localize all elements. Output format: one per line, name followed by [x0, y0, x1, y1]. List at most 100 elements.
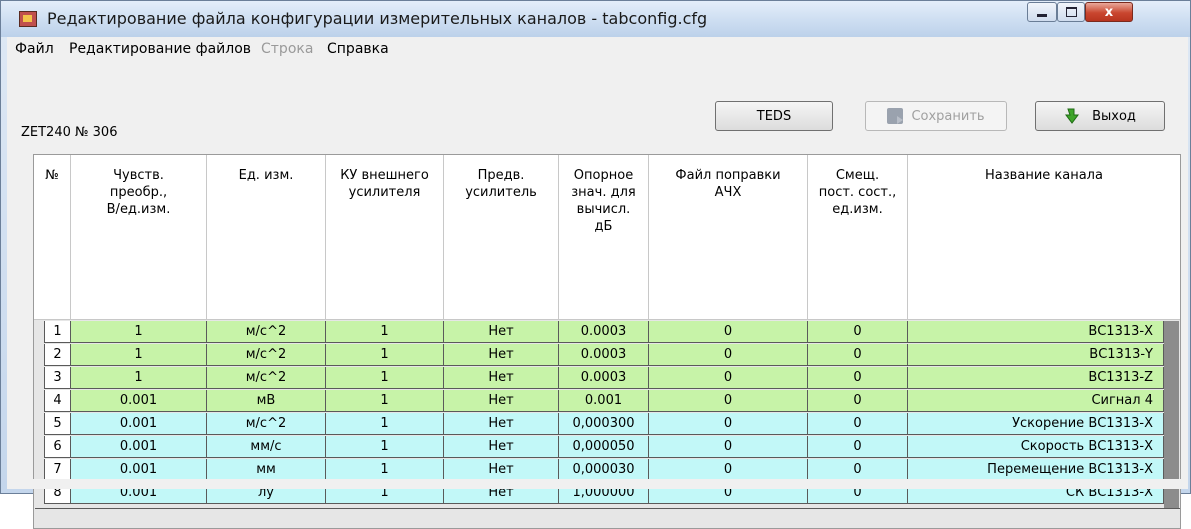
cell-afc-file[interactable]: 0	[649, 367, 808, 389]
cell-sensitivity[interactable]: 0.001	[71, 413, 207, 435]
cell-preamp[interactable]: Нет	[444, 436, 559, 458]
cell-channel-name[interactable]: Сигнал 4	[908, 390, 1164, 412]
col-header-unit[interactable]: Ед. изм.	[207, 155, 326, 320]
maximize-button[interactable]	[1057, 2, 1085, 22]
cell-dc-offset[interactable]: 0	[808, 436, 908, 458]
col-header-ext-amp-gain[interactable]: КУ внешнего усилителя	[326, 155, 444, 320]
cell-channel-name[interactable]: ВС1313-Z	[908, 367, 1164, 389]
table-row[interactable]: 2 1 м/с^2 1 Нет 0.0003 0 0 ВС1313-Y	[44, 344, 1164, 366]
cell-channel-name[interactable]: Ускорение ВС1313-X	[908, 413, 1164, 435]
cell-reference[interactable]: 0.0003	[559, 321, 649, 343]
cell-reference[interactable]: 0,000050	[559, 436, 649, 458]
table-row[interactable]: 7 0.001 мм 1 Нет 0,000030 0 0 Перемещение ВС1313…	[44, 459, 1164, 481]
cell-unit[interactable]: м/с^2	[207, 367, 326, 389]
cell-ext-amp-gain[interactable]: 1	[326, 344, 444, 366]
cell-preamp[interactable]: Нет	[444, 367, 559, 389]
col-header-reference[interactable]: Опорное знач. для вычисл. дБ	[559, 155, 649, 320]
cell-number[interactable]: 5	[44, 413, 71, 435]
cell-sensitivity[interactable]: 0.001	[71, 459, 207, 481]
cell-preamp[interactable]: Нет	[444, 321, 559, 343]
menu-row[interactable]: Строка	[261, 41, 313, 57]
minimize-button[interactable]	[1027, 2, 1057, 22]
cell-afc-file[interactable]: 0	[649, 413, 808, 435]
menu-file[interactable]: Файл	[15, 41, 54, 57]
device-label: ZET240 № 306	[21, 125, 118, 140]
teds-button[interactable]: TEDS	[715, 101, 833, 131]
exit-button[interactable]: Выход	[1035, 101, 1165, 131]
cell-unit[interactable]: мм/с	[207, 436, 326, 458]
cell-afc-file[interactable]: 0	[649, 344, 808, 366]
cell-number[interactable]: 7	[44, 459, 71, 481]
cell-unit[interactable]: м/с^2	[207, 344, 326, 366]
cell-sensitivity[interactable]: 1	[71, 367, 207, 389]
cell-sensitivity[interactable]: 1	[71, 344, 207, 366]
cell-ext-amp-gain[interactable]: 1	[326, 413, 444, 435]
exit-arrow-icon	[1065, 108, 1080, 124]
client-area: ZET240 № 306 TEDS Сохранить Выход № Чувс…	[7, 61, 1188, 529]
save-button[interactable]: Сохранить	[865, 101, 1007, 131]
col-header-preamp[interactable]: Предв. усилитель	[444, 155, 559, 320]
cell-preamp[interactable]: Нет	[444, 390, 559, 412]
cell-dc-offset[interactable]: 0	[808, 390, 908, 412]
col-header-dc-offset[interactable]: Смещ. пост. сост., ед.изм.	[808, 155, 908, 320]
table-row[interactable]: 6 0.001 мм/с 1 Нет 0,000050 0 0 Скорость ВС1313-…	[44, 436, 1164, 458]
cell-sensitivity[interactable]: 0.001	[71, 436, 207, 458]
cell-unit[interactable]: мм	[207, 459, 326, 481]
cell-number[interactable]: 6	[44, 436, 71, 458]
cell-sensitivity[interactable]: 0.001	[71, 390, 207, 412]
cell-reference[interactable]: 0,000300	[559, 413, 649, 435]
cell-channel-name[interactable]: ВС1313-Y	[908, 344, 1164, 366]
table-row[interactable]: 1 1 м/с^2 1 Нет 0.0003 0 0 ВС1313-X	[44, 321, 1164, 343]
exit-button-label: Выход	[1092, 108, 1136, 124]
table-row[interactable]: 3 1 м/с^2 1 Нет 0.0003 0 0 ВС1313-Z	[44, 367, 1164, 389]
cell-dc-offset[interactable]: 0	[808, 367, 908, 389]
title-bar[interactable]: Редактирование файла конфигурации измери…	[1, 1, 1190, 37]
cell-channel-name[interactable]: ВС1313-X	[908, 321, 1164, 343]
cell-unit[interactable]: мВ	[207, 390, 326, 412]
close-button[interactable]: x	[1085, 2, 1133, 22]
cell-reference[interactable]: 0.0003	[559, 367, 649, 389]
cell-ext-amp-gain[interactable]: 1	[326, 367, 444, 389]
menu-help[interactable]: Справка	[327, 41, 389, 57]
col-header-channel-name[interactable]: Название канала	[908, 155, 1180, 320]
cell-ext-amp-gain[interactable]: 1	[326, 390, 444, 412]
cell-channel-name[interactable]: Скорость ВС1313-X	[908, 436, 1164, 458]
cell-ext-amp-gain[interactable]: 1	[326, 436, 444, 458]
maximize-icon	[1065, 7, 1077, 17]
cell-number[interactable]: 4	[44, 390, 71, 412]
cell-reference[interactable]: 0.001	[559, 390, 649, 412]
cell-preamp[interactable]: Нет	[444, 459, 559, 481]
cell-channel-name[interactable]: Перемещение ВС1313-X	[908, 459, 1164, 481]
cell-reference[interactable]: 0.0003	[559, 344, 649, 366]
cell-dc-offset[interactable]: 0	[808, 344, 908, 366]
cell-sensitivity[interactable]: 1	[71, 321, 207, 343]
status-bar	[7, 479, 1188, 489]
cell-afc-file[interactable]: 0	[649, 321, 808, 343]
cell-preamp[interactable]: Нет	[444, 413, 559, 435]
cell-unit[interactable]: м/с^2	[207, 321, 326, 343]
col-header-afc-file[interactable]: Файл поправки АЧХ	[649, 155, 808, 320]
col-header-sensitivity[interactable]: Чувств. преобр., В/ед.изм.	[71, 155, 207, 320]
cell-afc-file[interactable]: 0	[649, 459, 808, 481]
menu-edit-files[interactable]: Редактирование файлов	[69, 41, 251, 57]
cell-number[interactable]: 1	[44, 321, 71, 343]
table-row[interactable]: 4 0.001 мВ 1 Нет 0.001 0 0 Сигнал 4	[44, 390, 1164, 412]
cell-ext-amp-gain[interactable]: 1	[326, 321, 444, 343]
table-row[interactable]: 5 0.001 м/с^2 1 Нет 0,000300 0 0 Ускорение ВС131…	[44, 413, 1164, 435]
minimize-icon	[1037, 13, 1047, 17]
cell-unit[interactable]: м/с^2	[207, 413, 326, 435]
col-header-number[interactable]: №	[34, 155, 71, 320]
cell-reference[interactable]: 0,000030	[559, 459, 649, 481]
cell-afc-file[interactable]: 0	[649, 390, 808, 412]
cell-number[interactable]: 2	[44, 344, 71, 366]
cell-dc-offset[interactable]: 0	[808, 321, 908, 343]
teds-button-label: TEDS	[756, 108, 792, 124]
cell-afc-file[interactable]: 0	[649, 436, 808, 458]
cell-preamp[interactable]: Нет	[444, 344, 559, 366]
cell-number[interactable]: 3	[44, 367, 71, 389]
cell-dc-offset[interactable]: 0	[808, 459, 908, 481]
cell-dc-offset[interactable]: 0	[808, 413, 908, 435]
cell-ext-amp-gain[interactable]: 1	[326, 459, 444, 481]
close-icon: x	[1104, 4, 1114, 20]
main-window: Редактирование файла конфигурации измери…	[0, 0, 1191, 529]
